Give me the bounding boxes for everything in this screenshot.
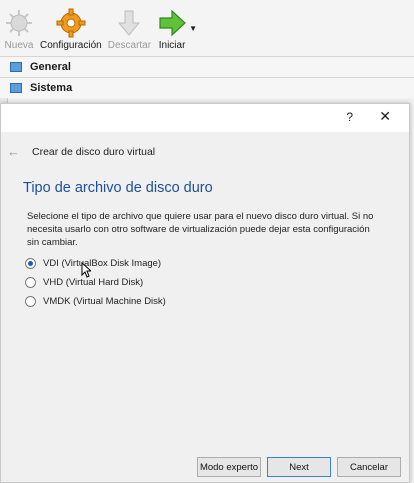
settings-button-label: Configuración	[40, 40, 102, 51]
discard-button[interactable]: Descartar	[108, 0, 151, 51]
section-general-label: General	[30, 61, 71, 73]
option-vmdk[interactable]: VMDK (Virtual Machine Disk)	[25, 296, 166, 307]
cancel-button[interactable]: Cancelar	[337, 457, 401, 477]
create-virtual-disk-dialog: ? ✕ ← Crear de disco duro virtual Tipo d…	[0, 103, 410, 483]
option-vhd-label: VHD (Virtual Hard Disk)	[43, 277, 144, 288]
help-button[interactable]: ?	[346, 110, 353, 124]
section-sistema-label: Sistema	[30, 82, 73, 94]
main-toolbar: Nueva Configuración Descartar Iniciar ▼	[0, 0, 414, 56]
start-button-label: Iniciar	[158, 40, 186, 51]
section-sistema[interactable]: Sistema	[0, 77, 414, 98]
start-dropdown-arrow-icon[interactable]: ▼	[189, 24, 197, 33]
discard-arrow-icon	[118, 10, 141, 36]
general-section-icon	[10, 62, 22, 72]
start-arrow-icon	[159, 9, 186, 37]
page-heading: Tipo de archivo de disco duro	[23, 180, 213, 196]
option-vdi-label: VDI (VirtualBox Disk Image)	[43, 258, 162, 269]
start-button[interactable]: Iniciar ▼	[157, 0, 197, 51]
system-section-icon	[10, 83, 22, 93]
wizard-nav: ← Crear de disco duro virtual	[7, 144, 155, 159]
back-arrow-icon[interactable]: ←	[7, 144, 20, 159]
dialog-titlebar: ? ✕	[1, 104, 409, 132]
discard-button-label: Descartar	[107, 40, 152, 51]
new-button[interactable]: Nueva	[4, 0, 34, 51]
page-description: Selecione el tipo de archivo que quiere …	[27, 211, 374, 248]
expert-mode-button[interactable]: Modo experto	[197, 457, 261, 477]
next-button[interactable]: Next	[267, 457, 331, 477]
wizard-title: Crear de disco duro virtual	[32, 145, 156, 158]
mouse-cursor-icon	[81, 262, 91, 278]
details-sections: General Sistema	[0, 56, 414, 98]
settings-button[interactable]: Configuración	[40, 0, 102, 51]
option-vmdk-label: VMDK (Virtual Machine Disk)	[43, 296, 166, 307]
option-vhd[interactable]: VHD (Virtual Hard Disk)	[25, 277, 143, 288]
vhd-radio[interactable]	[25, 277, 36, 288]
vdi-radio[interactable]	[25, 258, 36, 269]
close-button[interactable]: ✕	[379, 108, 391, 125]
new-button-label: Nueva	[4, 40, 34, 51]
section-general[interactable]: General	[0, 56, 414, 77]
vmdk-radio[interactable]	[25, 296, 36, 307]
new-sun-icon	[6, 10, 32, 36]
option-vdi[interactable]: VDI (VirtualBox Disk Image)	[25, 258, 161, 269]
gear-icon	[56, 8, 86, 38]
